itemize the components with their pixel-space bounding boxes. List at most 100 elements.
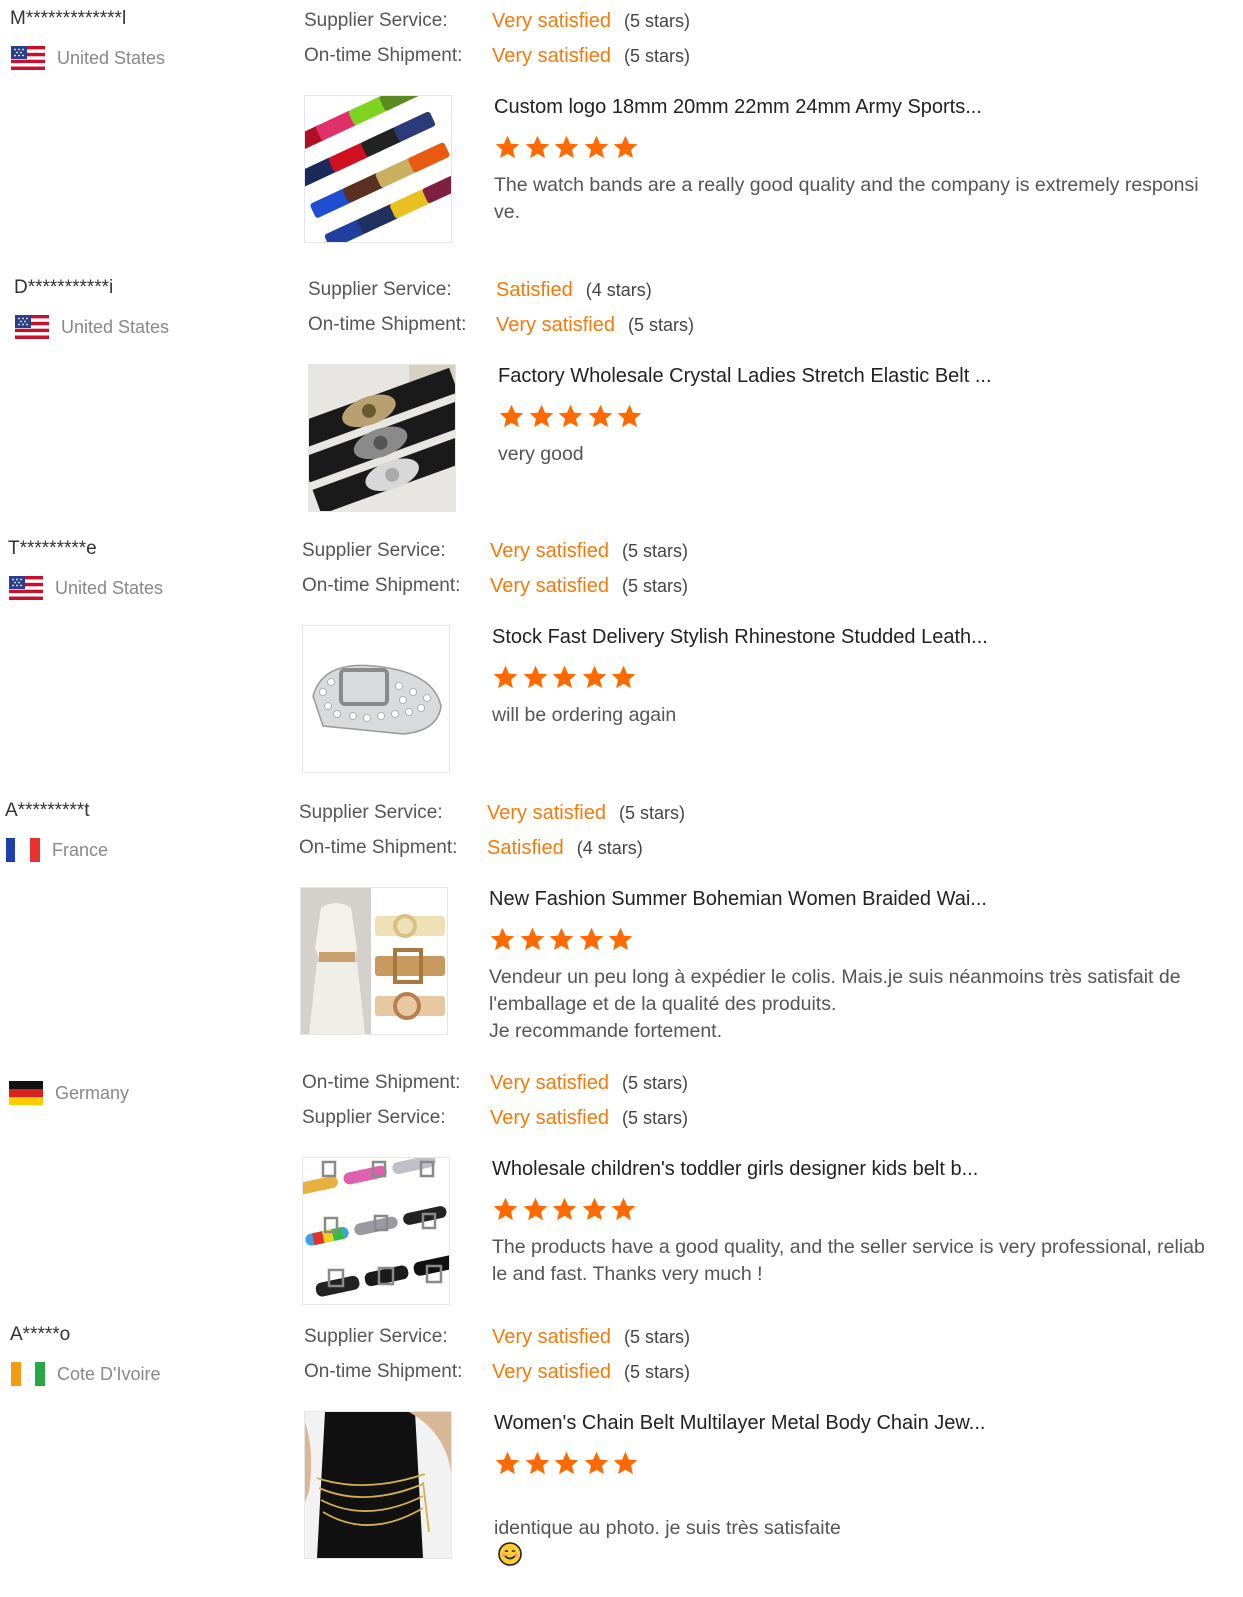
country-name: Cote D'Ivoire (57, 1363, 161, 1384)
star-icon (582, 665, 606, 689)
rating-value: Satisfied (487, 836, 564, 859)
product-title-link[interactable]: Women's Chain Belt Multilayer Metal Body… (494, 1412, 985, 1435)
star-icon (525, 135, 549, 159)
buyer-name: D***********i (14, 277, 114, 298)
product-image[interactable] (300, 887, 448, 1035)
buyer-country: Cote D'Ivoire (11, 1361, 160, 1387)
crystal-belt-image (309, 365, 455, 511)
buyer-name: T*********e (8, 538, 97, 559)
review-comment: will be ordering again (492, 704, 677, 726)
product-title-link[interactable]: Custom logo 18mm 20mm 22mm 24mm Army Spo… (494, 96, 982, 119)
review-comment: identique au photo. je suis très satisfa… (494, 1488, 1243, 1569)
star-icon (558, 404, 583, 428)
rating-stars-text: (5 stars) (621, 575, 688, 596)
star-rating (498, 403, 646, 431)
rating-value: Very satisfied (490, 1106, 609, 1129)
rating-value: Very satisfied (490, 1071, 609, 1094)
rating-row: On-time Shipment: Very satisfied (5 star… (302, 573, 688, 599)
star-icon (608, 927, 633, 951)
rating-stars-text: (5 stars) (627, 314, 694, 335)
rating-label: On-time Shipment: (308, 314, 467, 335)
rating-row: On-time Shipment: Very satisfied (5 star… (302, 1070, 688, 1096)
product-title-link[interactable]: Stock Fast Delivery Stylish Rhinestone S… (492, 626, 988, 649)
star-icon (582, 1197, 606, 1221)
country-name: France (52, 839, 109, 860)
rating-label: Supplier Service: (302, 540, 446, 561)
review-item: M*************l United States Supplier S… (0, 0, 1243, 270)
rating-value: Very satisfied (490, 574, 609, 597)
us-flag-icon (15, 315, 49, 339)
star-icon (529, 404, 553, 428)
rating-stars-text: (5 stars) (618, 802, 685, 823)
ci-flag-icon (11, 1362, 45, 1386)
star-rating (494, 1450, 642, 1478)
buyer-country: France (6, 837, 108, 863)
watch-bands-image (305, 96, 451, 242)
rating-value: Very satisfied (492, 9, 611, 32)
product-title-link[interactable]: Wholesale children's toddler girls desig… (492, 1158, 978, 1181)
star-icon (493, 665, 518, 689)
product-image[interactable] (302, 1157, 450, 1305)
rating-value: Very satisfied (490, 539, 609, 562)
rating-label: Supplier Service: (304, 10, 448, 31)
review-comment: Vendeur un peu long à expédier le colis.… (489, 966, 1181, 1042)
rating-row: Supplier Service: Very satisfied (5 star… (302, 538, 688, 564)
star-icon (499, 404, 524, 428)
star-icon (554, 1451, 579, 1475)
smiling-face-icon (498, 1542, 522, 1566)
product-title-link[interactable]: New Fashion Summer Bohemian Women Braide… (489, 888, 987, 911)
us-flag-icon (11, 46, 45, 70)
star-icon (588, 404, 612, 428)
buyer-country: Germany (9, 1080, 129, 1106)
review-comment-text: identique au photo. je suis très satisfa… (494, 1517, 841, 1539)
star-icon (523, 1197, 547, 1221)
rating-value: Very satisfied (487, 801, 606, 824)
buyer-country: United States (9, 575, 163, 601)
product-image[interactable] (304, 95, 452, 243)
rating-stars-text: (5 stars) (623, 1326, 690, 1347)
product-image[interactable] (302, 625, 450, 773)
star-icon (584, 135, 608, 159)
product-image[interactable] (308, 364, 456, 512)
product-title-link[interactable]: Factory Wholesale Crystal Ladies Stretch… (498, 365, 992, 388)
rating-row: Supplier Service: Very satisfied (5 star… (304, 1324, 690, 1350)
rating-stars-text: (4 stars) (585, 279, 652, 300)
product-image[interactable] (304, 1411, 452, 1559)
buyer-name: A*****o (10, 1324, 71, 1345)
rating-label: On-time Shipment: (299, 837, 458, 858)
rating-stars-text: (5 stars) (621, 540, 688, 561)
rating-label: Supplier Service: (304, 1326, 448, 1347)
review-item: A*****o Cote D'Ivoire Supplier Service: … (0, 1316, 1243, 1597)
country-name: United States (57, 47, 166, 68)
rating-row: Supplier Service: Very satisfied (5 star… (304, 8, 690, 34)
rating-label: Supplier Service: (302, 1107, 446, 1128)
review-item: D***********i United States Supplier Ser… (0, 269, 1243, 539)
rating-label: Supplier Service: (299, 802, 443, 823)
star-icon (525, 1451, 549, 1475)
star-icon (549, 927, 574, 951)
rating-row: Supplier Service: Very satisfied (5 star… (299, 800, 685, 826)
rating-row: On-time Shipment: Very satisfied (5 star… (308, 312, 694, 338)
rating-row: On-time Shipment: Satisfied (4 stars) (299, 835, 643, 861)
us-flag-icon (9, 576, 43, 600)
star-icon (523, 665, 547, 689)
star-rating (492, 1196, 640, 1224)
star-icon (554, 135, 579, 159)
star-icon (613, 1451, 638, 1475)
kids-belts-image (303, 1158, 449, 1304)
star-icon (611, 1197, 636, 1221)
review-comment: The products have a good quality, and th… (492, 1236, 1205, 1285)
star-rating (489, 926, 637, 954)
rating-value: Very satisfied (492, 44, 611, 67)
star-icon (495, 135, 520, 159)
star-icon (493, 1197, 518, 1221)
rating-value: Very satisfied (492, 1360, 611, 1383)
star-icon (617, 404, 642, 428)
star-icon (552, 665, 577, 689)
buyer-name: M*************l (10, 8, 127, 29)
rating-label: On-time Shipment: (302, 575, 461, 596)
buyer-country: United States (15, 314, 169, 340)
star-rating (492, 664, 640, 692)
rating-row: On-time Shipment: Very satisfied (5 star… (304, 43, 690, 69)
star-icon (520, 927, 544, 951)
